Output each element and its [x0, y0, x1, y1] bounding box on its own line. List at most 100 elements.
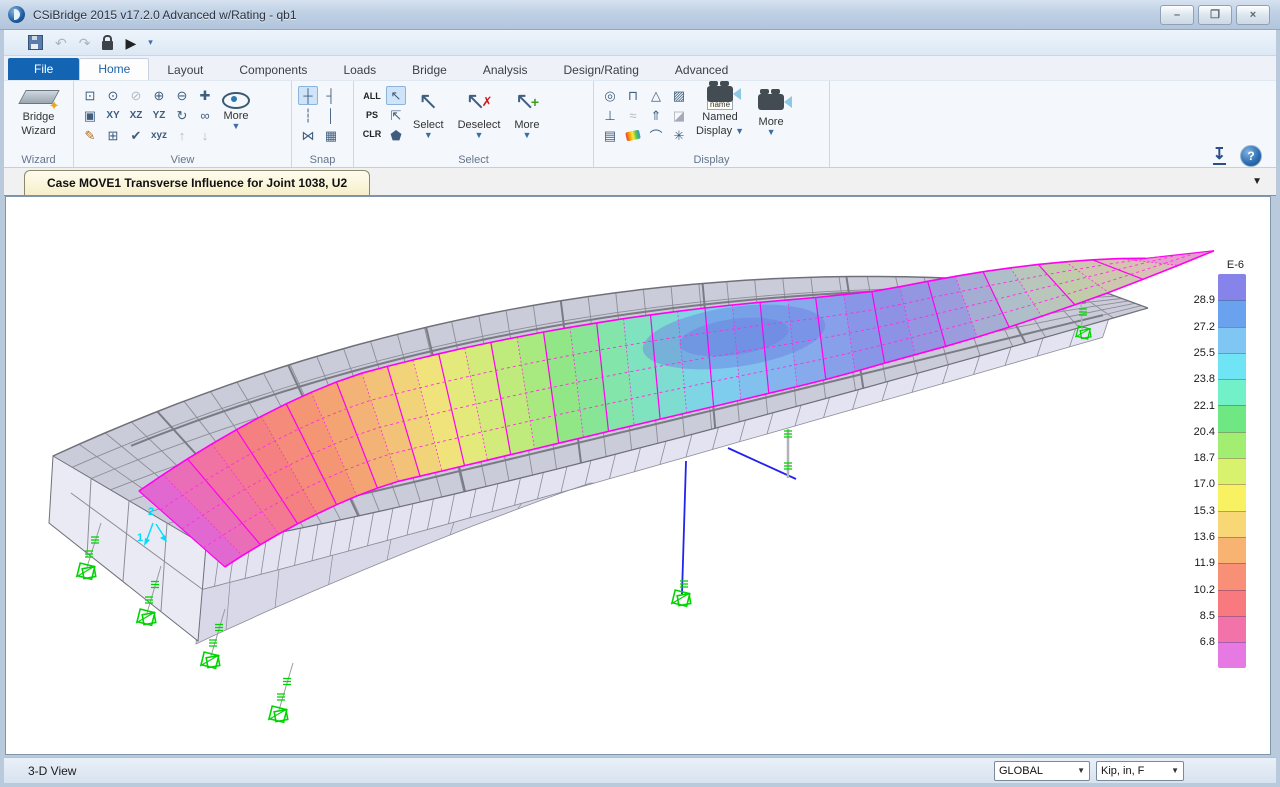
group-wizard: ✦ Bridge Wizard Wizard [4, 81, 74, 167]
show-grid-icon[interactable]: ⊥ [600, 106, 620, 125]
legend-color-segment [1218, 458, 1246, 484]
snap-edges-icon[interactable]: │ [321, 106, 341, 125]
show-contours-icon[interactable] [623, 126, 643, 145]
undo-icon[interactable]: ↶ [55, 36, 67, 50]
show-lanes-icon[interactable]: ≈ [623, 106, 643, 125]
customize-quick-access-icon[interactable]: ▾ [148, 38, 153, 47]
ribbon-tab-home[interactable]: Home [79, 58, 149, 80]
group-label-select: Select [354, 154, 593, 166]
legend-color-bar [1218, 274, 1246, 668]
display-more-button[interactable]: More ▼ [751, 86, 791, 136]
legend-tick-label: 28.9 [1194, 294, 1215, 306]
document-tab-strip: Case MOVE1 Transverse Influence for Join… [4, 168, 1276, 196]
units-dropdown[interactable]: Kip, in, F▼ [1096, 761, 1184, 781]
tab-list-dropdown-icon[interactable]: ▼ [1252, 176, 1262, 187]
legend-color-segment [1218, 511, 1246, 537]
redo-icon[interactable]: ↷ [79, 36, 91, 50]
legend-color-segment [1218, 405, 1246, 431]
rotate-view-icon[interactable]: ↻ [172, 106, 192, 125]
select-more-cursor-icon: ↖+ [515, 86, 539, 118]
show-selection-only-icon[interactable]: ✔ [126, 126, 146, 145]
ribbon-tab-advanced[interactable]: Advanced [657, 60, 746, 80]
view-3d-icon[interactable]: ▣ [80, 106, 100, 125]
zoom-window-icon[interactable]: ⊡ [80, 86, 100, 105]
set-limits-icon[interactable]: ⊞ [103, 126, 123, 145]
pointer-select-icon[interactable]: ↖ [386, 86, 406, 105]
chevron-down-icon: ▼ [767, 130, 776, 134]
legend-color-segment [1218, 616, 1246, 642]
select-more-button[interactable]: ↖+ More ▼ [507, 84, 546, 139]
group-label-snap: Snap [292, 154, 353, 166]
ribbon-tab-components[interactable]: Components [221, 60, 325, 80]
show-frames-icon[interactable]: ⊓ [623, 86, 643, 105]
deselect-button[interactable]: ↖✗ Deselect ▼ [451, 84, 508, 139]
snap-ends-icon[interactable]: ┤ [321, 86, 341, 105]
select-previous-button[interactable]: PS [360, 106, 384, 123]
pan-icon[interactable]: ✚ [195, 86, 215, 105]
ribbon-tab-analysis[interactable]: Analysis [465, 60, 546, 80]
show-loads-icon[interactable]: ⇑ [646, 106, 666, 125]
chevron-down-icon: ▼ [735, 126, 744, 136]
ribbon-tab-bridge[interactable]: Bridge [394, 60, 465, 80]
snap-grid-icon[interactable]: ▦ [321, 126, 341, 145]
ribbon: ✦ Bridge Wizard Wizard ⊡⊙⊘⊕⊖✚ ▣XYXZYZ↻∞ ✎⊞… [4, 80, 1276, 168]
snap-points-icon[interactable]: ┼ [298, 86, 318, 105]
ribbon-tab-design-rating[interactable]: Design/Rating [546, 60, 657, 80]
view-yz-icon[interactable]: YZ [149, 106, 169, 125]
bridge-wizard-button[interactable]: ✦ Bridge Wizard [13, 84, 65, 139]
legend-color-segment [1218, 432, 1246, 458]
zoom-extents-icon[interactable]: ⊙ [103, 86, 123, 105]
show-tables-icon[interactable]: ▤ [600, 126, 620, 145]
named-display-button[interactable]: name Named Display ▼ [689, 84, 751, 139]
lock-icon[interactable] [102, 41, 113, 50]
document-tab[interactable]: Case MOVE1 Transverse Influence for Join… [24, 170, 370, 195]
move-up-icon[interactable]: ↑ [172, 126, 192, 145]
group-view: ⊡⊙⊘⊕⊖✚▣XYXZYZ↻∞✎⊞✔xyz↑↓ More ▼ View [74, 81, 292, 167]
view-more-button[interactable]: More ▼ [215, 90, 257, 130]
svg-text:2: 2 [148, 506, 154, 518]
show-misc-icon[interactable]: ▨ [669, 86, 689, 105]
zoom-in-icon[interactable]: ⊕ [149, 86, 169, 105]
minimize-ribbon-icon[interactable]: ↧ [1213, 147, 1226, 165]
help-button[interactable]: ? [1240, 145, 1262, 167]
legend-color-segment [1218, 563, 1246, 589]
view-xz-icon[interactable]: XZ [126, 106, 146, 125]
zoom-out-icon[interactable]: ⊖ [172, 86, 192, 105]
select-button[interactable]: ↖ Select ▼ [406, 84, 451, 139]
snap-intersections-icon[interactable]: ⋈ [298, 126, 318, 145]
group-display: ◎⊓△▨⊥≈⇑◪▤⌒✳ name Named Display ▼ More ▼ … [594, 81, 830, 167]
view-icon-grid: ⊡⊙⊘⊕⊖✚ ▣XYXZYZ↻∞ ✎⊞✔xyz↑↓ [80, 86, 215, 145]
view-xy-icon[interactable]: XY [103, 106, 123, 125]
poly-select-icon[interactable]: ⬟ [386, 126, 406, 145]
move-down-icon[interactable]: ↓ [195, 126, 215, 145]
close-button[interactable]: × [1236, 5, 1270, 25]
show-joints-icon[interactable]: ◎ [600, 86, 620, 105]
save-icon[interactable] [28, 35, 43, 50]
snap-midpoints-icon[interactable]: ┆ [298, 106, 318, 125]
ribbon-tab-file[interactable]: File [8, 58, 79, 80]
show-deformed-icon[interactable]: ⌒ [646, 126, 666, 145]
model-viewport[interactable]: 21 E-628.927.225.523.822.120.418.717.015… [5, 196, 1271, 755]
legend-color-segment [1218, 484, 1246, 510]
show-solids-icon[interactable]: ◪ [669, 106, 689, 125]
show-axes-icon[interactable]: xyz [149, 126, 169, 145]
reselect-icon[interactable]: ⇱ [386, 106, 406, 125]
clear-selection-button[interactable]: CLR [360, 125, 384, 142]
legend-tick-label: 6.8 [1200, 636, 1215, 648]
ribbon-tab-loads[interactable]: Loads [325, 60, 394, 80]
show-shells-icon[interactable]: △ [646, 86, 666, 105]
restore-button[interactable]: ❐ [1198, 5, 1232, 25]
ribbon-tab-layout[interactable]: Layout [149, 60, 221, 80]
select-all-button[interactable]: ALL [360, 87, 384, 104]
zoom-previous-icon[interactable]: ⊘ [126, 86, 146, 105]
run-analysis-icon[interactable]: ▶ [125, 36, 136, 50]
chevron-down-icon: ▼ [1077, 766, 1085, 775]
perspective-icon[interactable]: ∞ [195, 106, 215, 125]
show-local-axes-icon[interactable]: ✳ [669, 126, 689, 145]
draw-icon[interactable]: ✎ [80, 126, 100, 145]
snap-icon-grid: ┼┤┆│⋈▦ [298, 86, 341, 145]
legend-color-segment [1218, 274, 1246, 300]
select-icon-column: ↖⇱⬟ [386, 86, 406, 145]
coordinate-system-dropdown[interactable]: GLOBAL▼ [994, 761, 1090, 781]
minimize-button[interactable]: – [1160, 5, 1194, 25]
